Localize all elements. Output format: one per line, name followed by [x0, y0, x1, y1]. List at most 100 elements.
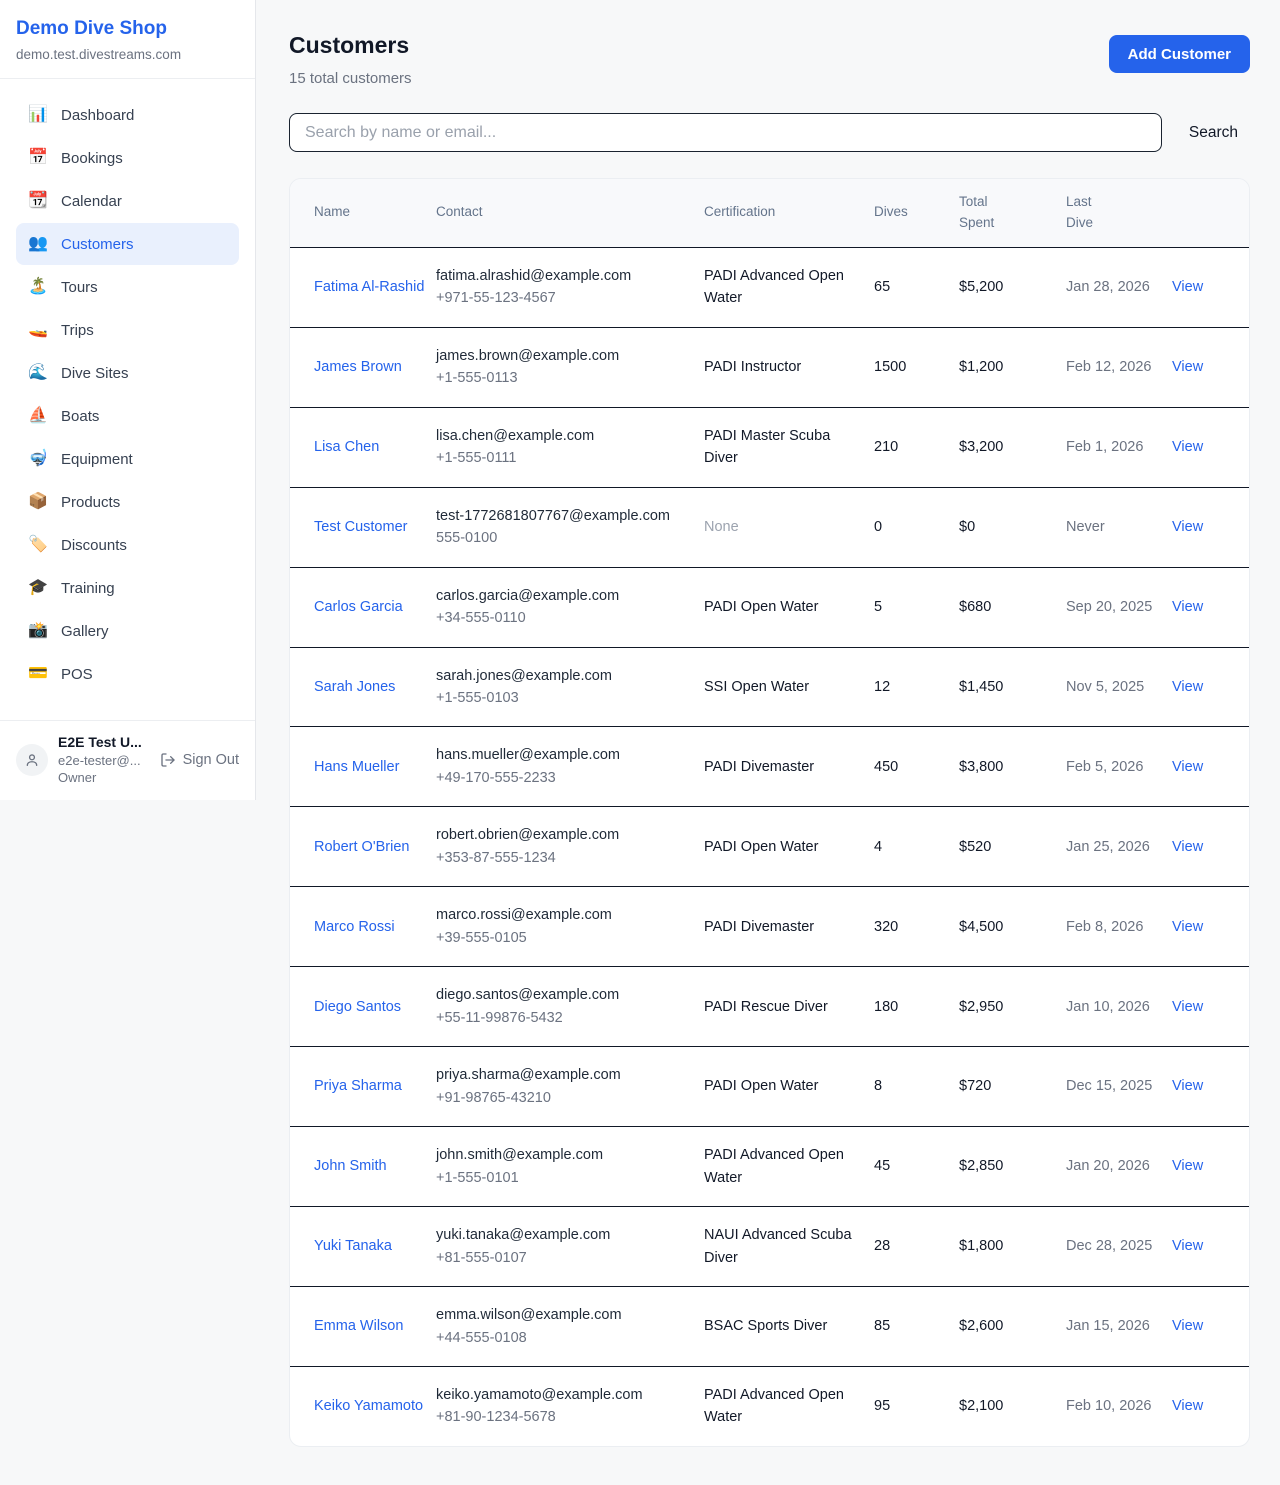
customer-name-link[interactable]: Carlos Garcia: [314, 599, 403, 615]
customer-dives: 210: [874, 407, 959, 487]
search-input[interactable]: [289, 113, 1162, 152]
sidebar-item-calendar[interactable]: 📆 Calendar: [16, 180, 239, 222]
customer-last-dive: Dec 28, 2025: [1066, 1207, 1172, 1287]
sidebar-item-bookings[interactable]: 📅 Bookings: [16, 137, 239, 179]
customer-phone: +91-98765-43210: [436, 1087, 694, 1109]
customer-name-link[interactable]: Sarah Jones: [314, 679, 395, 695]
view-customer-link[interactable]: View: [1172, 279, 1203, 295]
sign-out-button[interactable]: Sign Out: [160, 752, 239, 768]
view-customer-link[interactable]: View: [1172, 999, 1203, 1015]
customer-name-link[interactable]: Diego Santos: [314, 999, 401, 1015]
sidebar-item-gallery[interactable]: 📸 Gallery: [16, 610, 239, 652]
view-customer-link[interactable]: View: [1172, 1398, 1203, 1414]
customer-name-link[interactable]: Fatima Al-Rashid: [314, 279, 424, 295]
table-row: Yuki Tanaka yuki.tanaka@example.com +81-…: [290, 1207, 1250, 1287]
sidebar-item-discounts[interactable]: 🏷️ Discounts: [16, 524, 239, 566]
sidebar-item-pos[interactable]: 💳 POS: [16, 653, 239, 695]
customer-dives: 1500: [874, 327, 959, 407]
customer-name-link[interactable]: James Brown: [314, 359, 402, 375]
customer-phone: +971-55-123-4567: [436, 287, 694, 309]
avatar: [16, 744, 48, 776]
customer-certification: NAUI Advanced Scuba Diver: [704, 1207, 874, 1287]
customer-email: yuki.tanaka@example.com: [436, 1224, 694, 1246]
sidebar-item-dashboard[interactable]: 📊 Dashboard: [16, 94, 239, 136]
view-customer-link[interactable]: View: [1172, 439, 1203, 455]
customer-email: priya.sharma@example.com: [436, 1064, 694, 1086]
sailboat-icon: ⛵: [28, 408, 48, 424]
sidebar-header: Demo Dive Shop demo.test.divestreams.com: [0, 0, 255, 79]
customer-name-link[interactable]: John Smith: [314, 1158, 387, 1174]
view-customer-link[interactable]: View: [1172, 1318, 1203, 1334]
sidebar-item-products[interactable]: 📦 Products: [16, 481, 239, 523]
view-customer-link[interactable]: View: [1172, 679, 1203, 695]
speedboat-icon: 🚤: [28, 322, 48, 338]
sidebar-item-boats[interactable]: ⛵ Boats: [16, 395, 239, 437]
customer-name-link[interactable]: Lisa Chen: [314, 439, 379, 455]
customer-last-dive: Dec 15, 2025: [1066, 1047, 1172, 1127]
view-customer-link[interactable]: View: [1172, 839, 1203, 855]
view-customer-link[interactable]: View: [1172, 1238, 1203, 1254]
view-customer-link[interactable]: View: [1172, 519, 1203, 535]
sidebar-item-customers[interactable]: 👥 Customers: [16, 223, 239, 265]
column-header: [1172, 179, 1250, 247]
customer-name-link[interactable]: Priya Sharma: [314, 1078, 402, 1094]
customer-count: 15 total customers: [289, 70, 412, 87]
user-email: e2e-tester@...: [58, 752, 150, 770]
wave-icon: 🌊: [28, 365, 48, 381]
view-customer-link[interactable]: View: [1172, 919, 1203, 935]
sidebar-item-trips[interactable]: 🚤 Trips: [16, 309, 239, 351]
customer-name-link[interactable]: Hans Mueller: [314, 759, 399, 775]
island-icon: 🏝️: [28, 279, 48, 295]
sidebar-item-tours[interactable]: 🏝️ Tours: [16, 266, 239, 308]
sidebar-item-training[interactable]: 🎓 Training: [16, 567, 239, 609]
customer-dives: 450: [874, 727, 959, 807]
sidebar-item-label: Training: [61, 580, 115, 597]
customer-dives: 320: [874, 887, 959, 967]
view-customer-link[interactable]: View: [1172, 1158, 1203, 1174]
view-customer-link[interactable]: View: [1172, 759, 1203, 775]
customer-phone: +81-90-1234-5678: [436, 1406, 694, 1428]
calendar-date-icon: 📅: [28, 150, 48, 166]
sidebar-item-label: Discounts: [61, 537, 127, 554]
customer-last-dive: Feb 1, 2026: [1066, 407, 1172, 487]
sidebar-item-dive-sites[interactable]: 🌊 Dive Sites: [16, 352, 239, 394]
view-customer-link[interactable]: View: [1172, 599, 1203, 615]
customer-email: robert.obrien@example.com: [436, 824, 694, 846]
customer-name-link[interactable]: Keiko Yamamoto: [314, 1398, 423, 1414]
customer-phone: +353-87-555-1234: [436, 847, 694, 869]
sidebar-item-label: Tours: [61, 279, 98, 296]
customer-certification: PADI Advanced Open Water: [704, 1366, 874, 1445]
customer-last-dive: Feb 5, 2026: [1066, 727, 1172, 807]
customer-dives: 0: [874, 487, 959, 567]
customer-dives: 12: [874, 647, 959, 727]
customer-name-link[interactable]: Emma Wilson: [314, 1318, 403, 1334]
add-customer-button[interactable]: Add Customer: [1109, 35, 1250, 73]
customer-last-dive: Jan 28, 2026: [1066, 247, 1172, 327]
search-button[interactable]: Search: [1162, 124, 1250, 142]
sidebar-item-equipment[interactable]: 🤿 Equipment: [16, 438, 239, 480]
column-header-label: Certification: [704, 202, 775, 223]
view-customer-link[interactable]: View: [1172, 1078, 1203, 1094]
customer-last-dive: Never: [1066, 487, 1172, 567]
customer-name-link[interactable]: Test Customer: [314, 519, 407, 535]
customer-total-spent: $0: [959, 487, 1066, 567]
customer-email: carlos.garcia@example.com: [436, 585, 694, 607]
column-header: Last Dive: [1066, 179, 1172, 247]
customer-name-link[interactable]: Marco Rossi: [314, 919, 395, 935]
customer-certification: PADI Master Scuba Diver: [704, 407, 874, 487]
customer-phone: +34-555-0110: [436, 607, 694, 629]
customer-dives: 45: [874, 1127, 959, 1207]
table-row: Diego Santos diego.santos@example.com +5…: [290, 967, 1250, 1047]
view-customer-link[interactable]: View: [1172, 359, 1203, 375]
column-header: Contact: [436, 179, 704, 247]
shop-name[interactable]: Demo Dive Shop: [16, 18, 239, 40]
sidebar-item-label: Trips: [61, 322, 94, 339]
customer-total-spent: $2,600: [959, 1287, 1066, 1367]
table-header: NameContactCertificationDivesTotal Spent…: [290, 179, 1250, 247]
customer-name-link[interactable]: Yuki Tanaka: [314, 1238, 392, 1254]
sidebar-item-label: Calendar: [61, 193, 122, 210]
tag-icon: 🏷️: [28, 537, 48, 553]
customer-last-dive: Feb 10, 2026: [1066, 1366, 1172, 1445]
customer-name-link[interactable]: Robert O'Brien: [314, 839, 409, 855]
table-row: Lisa Chen lisa.chen@example.com +1-555-0…: [290, 407, 1250, 487]
